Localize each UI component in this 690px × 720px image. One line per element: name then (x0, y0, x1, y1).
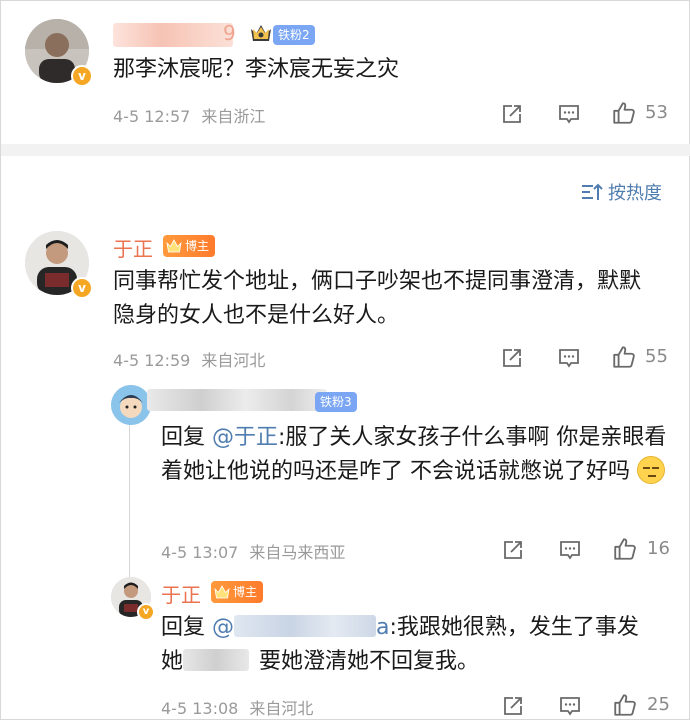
like-icon[interactable] (611, 100, 637, 126)
time: 4-5 12:59 (113, 351, 191, 370)
blogger-badge: 博主 (163, 235, 216, 257)
comment-time: 4-5 12:57 来自浙江 (113, 103, 265, 127)
section-divider (1, 144, 690, 156)
like-icon[interactable] (612, 536, 638, 562)
share-icon[interactable] (501, 538, 525, 562)
share-icon[interactable] (500, 102, 524, 126)
avatar[interactable] (111, 385, 151, 425)
thread-line (129, 421, 130, 579)
location: 来自浙江 (201, 107, 266, 126)
comment-icon[interactable] (557, 102, 581, 126)
blogger-badge: 博主 (211, 581, 264, 603)
sort-icon[interactable] (581, 182, 603, 202)
like-count: 16 (647, 538, 670, 559)
reply-prefix: 回复 (161, 615, 212, 640)
reply-prefix: 回复 (161, 425, 212, 450)
comment-icon[interactable] (558, 538, 582, 562)
username[interactable]: 于正 (113, 233, 153, 262)
location: 来自河北 (249, 699, 314, 718)
like-count: 53 (645, 102, 668, 123)
sort-by-heat[interactable]: 按热度 (608, 179, 662, 205)
mention-link[interactable]: @于正 (212, 425, 278, 450)
verified-icon: v (71, 65, 93, 87)
blurred-mention (234, 615, 376, 637)
blurred-username (113, 23, 233, 47)
location: 来自河北 (201, 351, 266, 370)
like-icon[interactable] (612, 692, 638, 718)
blurred-username (147, 389, 327, 411)
emoji-icon (637, 456, 665, 484)
crown-icon (249, 21, 273, 45)
share-icon[interactable] (500, 346, 524, 370)
time: 4-5 12:57 (113, 107, 191, 126)
reply-content-line2-start: 她 (161, 649, 184, 674)
verified-icon: v (71, 277, 93, 299)
verified-icon: v (137, 603, 155, 621)
like-count: 55 (645, 346, 668, 367)
comment-icon[interactable] (558, 694, 582, 718)
time: 4-5 13:08 (161, 699, 239, 718)
comment-icon[interactable] (557, 346, 581, 370)
time: 4-5 13:07 (161, 543, 239, 562)
like-icon[interactable] (611, 344, 637, 370)
crown-icon (214, 585, 230, 599)
reply-time: 4-5 13:08 来自河北 (161, 695, 313, 719)
mention-start: @ (212, 615, 234, 640)
like-count: 25 (647, 694, 670, 715)
fan-badge: 铁粉3 (315, 392, 357, 412)
comment-text: 同事帮忙发个地址，俩口子吵架也不提同事澄清，默默隐身的女人也不是什么好人。 (113, 269, 642, 328)
mention-link[interactable]: @ a (212, 615, 389, 640)
crown-icon (166, 239, 182, 253)
comment-panel: v 9 铁粉2 那李沐宸呢？李沐宸无妄之灾 4-5 12:57 来自浙江 53 … (0, 0, 690, 720)
comment-time: 4-5 12:59 来自河北 (113, 347, 265, 371)
share-icon[interactable] (501, 694, 525, 718)
username[interactable]: 于正 (161, 579, 201, 608)
reply-content-line1: :我跟她很熟，发生了事发 (389, 615, 639, 640)
blogger-badge-label: 博主 (233, 585, 258, 599)
reply-time: 4-5 13:07 来自马来西亚 (161, 539, 345, 563)
location: 来自马来西亚 (249, 543, 346, 562)
blurred-text (183, 649, 250, 671)
fan-badge: 铁粉2 (273, 25, 315, 45)
comment-text: 那李沐宸呢？李沐宸无妄之灾 (113, 57, 400, 82)
blogger-badge-label: 博主 (185, 239, 210, 253)
mention-end: a (376, 615, 390, 640)
reply-text: 回复 @ a:我跟她很熟，发生了事发 (161, 611, 681, 645)
username-suffix[interactable]: 9 (223, 21, 236, 45)
reply-content-line2-end: 要她澄清她不回复我。 (259, 649, 480, 674)
reply-text-line2: 她 要她澄清她不回复我。 (161, 645, 681, 679)
reply-text: 回复 @于正:服了关人家女孩子什么事啊 你是亲眼看着她让他说的吗还是咋了 不会说… (161, 421, 681, 489)
